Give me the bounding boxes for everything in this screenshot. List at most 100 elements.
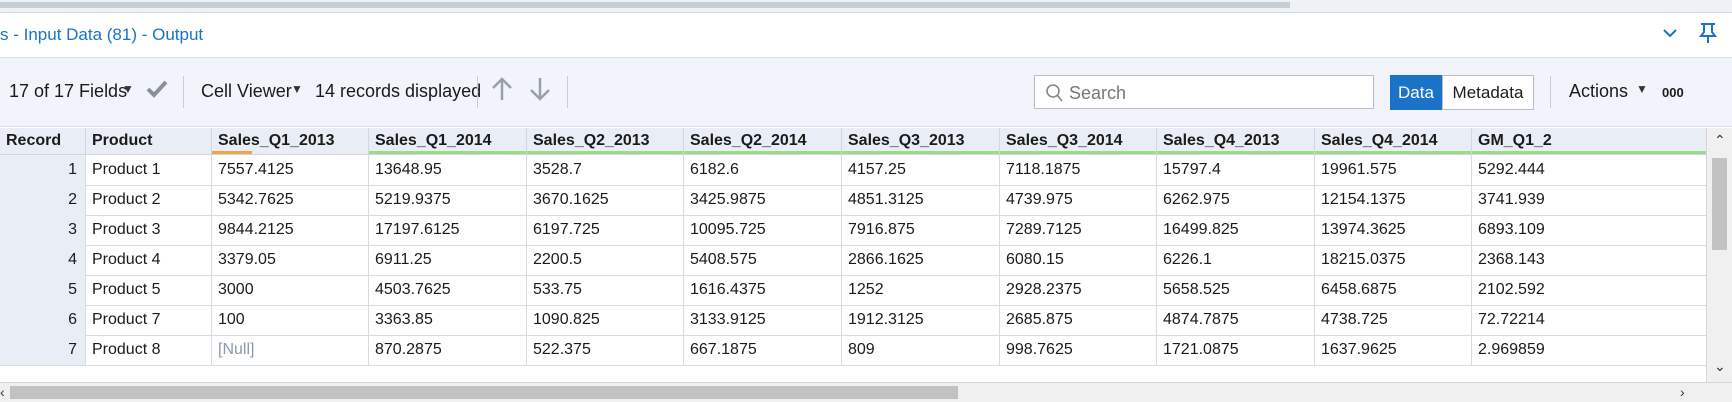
table-cell[interactable]: 16499.825	[1157, 215, 1315, 245]
column-header-sales-q3-2014[interactable]: Sales_Q3_2014	[1000, 128, 1157, 154]
table-cell[interactable]: 5408.575	[684, 245, 842, 275]
table-cell[interactable]: 998.7625	[1000, 335, 1157, 365]
table-cell[interactable]: 100	[212, 305, 369, 335]
table-cell[interactable]: 5658.525	[1157, 275, 1315, 305]
chevron-left-icon[interactable]: ‹	[0, 384, 5, 400]
table-cell[interactable]: 3133.9125	[684, 305, 842, 335]
actions-overflow[interactable]: 000	[1662, 85, 1684, 100]
column-header-sales-q1-2013[interactable]: Sales_Q1_2013	[212, 128, 369, 154]
record-number-cell[interactable]: 7	[0, 335, 86, 365]
table-cell[interactable]: 18215.0375	[1315, 245, 1472, 275]
table-cell[interactable]: Product 1	[86, 155, 212, 185]
table-cell[interactable]: 72.72214	[1472, 305, 1712, 335]
table-cell[interactable]: Product 4	[86, 245, 212, 275]
table-cell[interactable]: 4503.7625	[369, 275, 527, 305]
column-header-sales-q3-2013[interactable]: Sales_Q3_2013	[842, 128, 1000, 154]
table-row[interactable]: 3 Product 3 9844.2125 17197.6125 6197.725 100…	[0, 215, 1732, 246]
table-cell[interactable]: 4738.725	[1315, 305, 1472, 335]
table-row[interactable]: 7 Product 8 [Null] 870.2875 522.375 667.1875 8…	[0, 335, 1732, 366]
table-cell[interactable]: 7118.1875	[1000, 155, 1157, 185]
table-row[interactable]: 1 Product 1 7557.4125 13648.95 3528.7 6182.6 4…	[0, 155, 1732, 186]
checkmark-icon[interactable]	[145, 77, 169, 106]
table-cell[interactable]: 3363.85	[369, 305, 527, 335]
table-cell[interactable]: 1912.3125	[842, 305, 1000, 335]
column-header-record[interactable]: Record	[0, 128, 86, 154]
arrow-down-icon[interactable]	[528, 76, 552, 107]
table-cell[interactable]: 2.969859	[1472, 335, 1712, 365]
table-cell[interactable]: Product 2	[86, 185, 212, 215]
horizontal-scrollbar-thumb[interactable]	[10, 386, 958, 399]
arrow-up-icon[interactable]	[490, 76, 514, 107]
top-scrollbar[interactable]	[0, 0, 1732, 13]
column-header-sales-q2-2014[interactable]: Sales_Q2_2014	[684, 128, 842, 154]
table-cell[interactable]: 5292.444	[1472, 155, 1712, 185]
metadata-view-button[interactable]: Metadata	[1442, 75, 1534, 110]
table-cell[interactable]: 1637.9625	[1315, 335, 1472, 365]
table-cell[interactable]: 809	[842, 335, 1000, 365]
fields-selector[interactable]: 17 of 17 Fields	[9, 81, 127, 102]
table-cell[interactable]: 3379.05	[212, 245, 369, 275]
table-cell[interactable]: 533.75	[527, 275, 684, 305]
table-cell[interactable]: 6197.725	[527, 215, 684, 245]
table-row[interactable]: 4 Product 4 3379.05 6911.25 2200.5 5408.575 28…	[0, 245, 1732, 276]
table-cell[interactable]: 3528.7	[527, 155, 684, 185]
pin-icon[interactable]	[1698, 21, 1718, 50]
table-cell[interactable]: 2368.143	[1472, 245, 1712, 275]
table-cell[interactable]: 2200.5	[527, 245, 684, 275]
table-cell[interactable]: 1252	[842, 275, 1000, 305]
table-cell[interactable]: 3000	[212, 275, 369, 305]
record-number-cell[interactable]: 3	[0, 215, 86, 245]
top-scrollbar-thumb[interactable]	[0, 2, 1290, 8]
table-cell[interactable]: 2928.2375	[1000, 275, 1157, 305]
record-number-cell[interactable]: 2	[0, 185, 86, 215]
record-number-cell[interactable]: 6	[0, 305, 86, 335]
column-header-sales-q4-2014[interactable]: Sales_Q4_2014	[1315, 128, 1472, 154]
table-cell[interactable]: 12154.1375	[1315, 185, 1472, 215]
table-cell[interactable]: 4739.975	[1000, 185, 1157, 215]
column-header-gm-q1-2[interactable]: GM_Q1_2	[1472, 128, 1712, 154]
table-cell[interactable]: 5219.9375	[369, 185, 527, 215]
table-row[interactable]: 6 Product 7 100 3363.85 1090.825 3133.9125 191…	[0, 305, 1732, 336]
table-row[interactable]: 2 Product 2 5342.7625 5219.9375 3670.1625 342…	[0, 185, 1732, 216]
search-input[interactable]: Search	[1034, 75, 1374, 109]
record-number-cell[interactable]: 4	[0, 245, 86, 275]
chevron-down-icon[interactable]	[1660, 23, 1680, 48]
table-cell[interactable]: 667.1875	[684, 335, 842, 365]
table-cell[interactable]: 6458.6875	[1315, 275, 1472, 305]
data-view-button[interactable]: Data	[1390, 75, 1442, 110]
chevron-up-icon[interactable]: ⌃	[1714, 132, 1726, 149]
vertical-scrollbar[interactable]: ⌃ ⌄	[1706, 128, 1732, 382]
table-cell[interactable]: 6182.6	[684, 155, 842, 185]
table-cell[interactable]: 9844.2125	[212, 215, 369, 245]
table-cell[interactable]: 7289.7125	[1000, 215, 1157, 245]
caret-down-icon[interactable]: ▼	[1636, 82, 1648, 96]
table-cell[interactable]: 6080.15	[1000, 245, 1157, 275]
cell-viewer-toggle[interactable]: Cell Viewer	[201, 81, 292, 102]
table-cell[interactable]: 6226.1	[1157, 245, 1315, 275]
table-cell[interactable]: Product 8	[86, 335, 212, 365]
table-cell[interactable]: 17197.6125	[369, 215, 527, 245]
table-cell[interactable]: 6262.975	[1157, 185, 1315, 215]
horizontal-scrollbar[interactable]: ‹ ›	[0, 382, 1732, 402]
column-header-sales-q4-2013[interactable]: Sales_Q4_2013	[1157, 128, 1315, 154]
table-cell[interactable]: 7557.4125	[212, 155, 369, 185]
table-cell[interactable]: 7916.875	[842, 215, 1000, 245]
table-cell[interactable]: 1721.0875	[1157, 335, 1315, 365]
chevron-down-icon[interactable]: ⌄	[1714, 358, 1726, 375]
column-header-product[interactable]: Product	[86, 128, 212, 154]
table-cell[interactable]: 13648.95	[369, 155, 527, 185]
column-header-sales-q2-2013[interactable]: Sales_Q2_2013	[527, 128, 684, 154]
table-cell[interactable]: 6893.109	[1472, 215, 1712, 245]
table-cell[interactable]: 2102.592	[1472, 275, 1712, 305]
record-number-cell[interactable]: 5	[0, 275, 86, 305]
table-cell[interactable]: 870.2875	[369, 335, 527, 365]
actions-menu[interactable]: Actions	[1569, 81, 1628, 102]
caret-down-icon[interactable]: ▼	[122, 82, 134, 96]
table-cell[interactable]: 13974.3625	[1315, 215, 1472, 245]
vertical-scrollbar-thumb[interactable]	[1712, 158, 1727, 250]
table-cell[interactable]: 4157.25	[842, 155, 1000, 185]
table-cell[interactable]: [Null]	[212, 335, 369, 365]
table-cell[interactable]: Product 5	[86, 275, 212, 305]
table-cell[interactable]: 3425.9875	[684, 185, 842, 215]
table-cell[interactable]: 3741.939	[1472, 185, 1712, 215]
